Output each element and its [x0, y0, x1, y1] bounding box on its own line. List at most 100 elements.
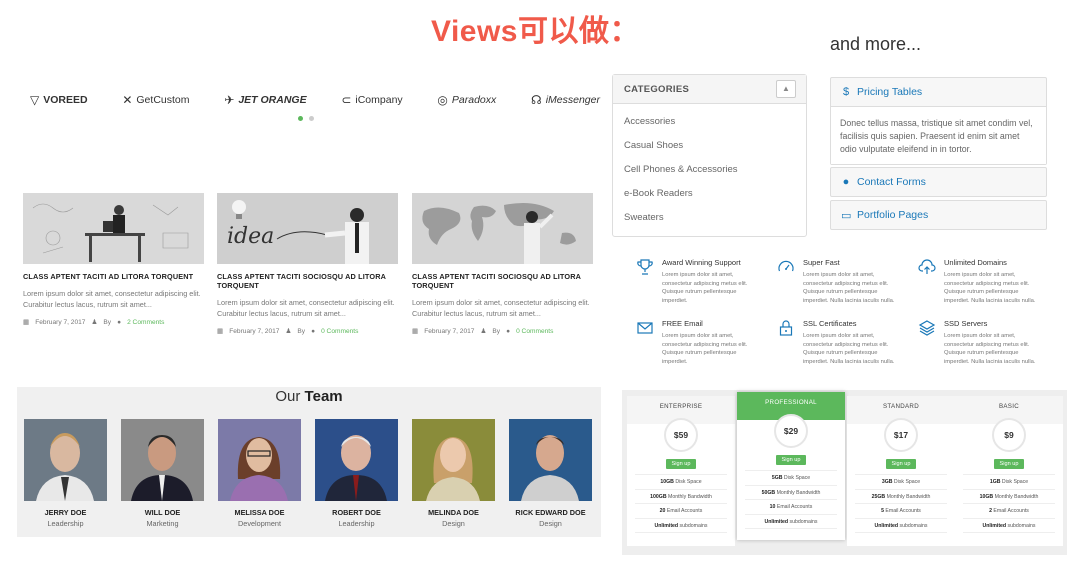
member-role: Development — [238, 519, 281, 528]
chat-logo-icon: ☊ — [531, 93, 542, 107]
dollar-icon: $ — [842, 86, 850, 98]
monitor-icon: ▭ — [841, 209, 852, 222]
feature-desc: Lorem ipsum dolor sit amet, consectetur … — [803, 333, 895, 365]
feature-desc: Lorem ipsum dolor sit amet, consectetur … — [944, 333, 1036, 365]
post-image[interactable]: idea — [217, 193, 398, 264]
accordion-toggle-contact-forms[interactable]: ● Contact Forms — [831, 168, 1046, 196]
plan-feature: 5 Email Accounts — [855, 504, 947, 519]
plan-features: 1GB Disk Space 10GB Monthly Bandwidth 2 … — [963, 474, 1055, 533]
sign-up-button[interactable]: Sign up — [993, 459, 1025, 469]
comment-icon: ● — [311, 327, 316, 335]
plan-features: 10GB Disk Space 100GB Monthly Bandwidth … — [635, 474, 727, 533]
category-item[interactable]: Sweaters — [624, 210, 795, 234]
category-item[interactable]: Cell Phones & Accessories — [624, 162, 795, 186]
team-member[interactable]: ROBERT DOE Leadership — [315, 419, 398, 528]
plan-feature: 100GB Monthly Bandwidth — [635, 490, 727, 504]
feature-item: SSL Certificates Lorem ipsum dolor sit a… — [777, 319, 902, 366]
post-image[interactable] — [23, 193, 204, 264]
brand-logo[interactable]: ✈ JET ORANGE — [224, 93, 306, 107]
and-more-label: and more... — [830, 34, 922, 54]
calendar-icon: ▦ — [23, 319, 30, 326]
carousel-dot[interactable] — [309, 116, 314, 121]
post-comments-link[interactable]: 2 Comments — [127, 319, 164, 326]
comment-icon: ● — [506, 327, 511, 335]
carousel-pagination — [298, 116, 314, 121]
plan-price: $17 — [884, 418, 918, 452]
pricing-plan-basic: BASIC $9 Sign up 1GB Disk Space 10GB Mon… — [955, 396, 1063, 546]
member-name: MELISSA DOE — [234, 508, 285, 517]
brand-logo[interactable]: ⊂ iCompany — [341, 93, 402, 107]
brand-logo[interactable]: ◎ Paradoxx — [437, 93, 496, 107]
layers-icon — [918, 320, 936, 336]
blog-post: CLASS APTENT TACITI SOCIOSQU AD LITORA T… — [412, 193, 593, 335]
jet-logo-icon: ✈ — [224, 93, 235, 107]
post-title[interactable]: CLASS APTENT TACITI AD LITORA TORQUENT — [23, 272, 204, 281]
accordion-toggle-pricing-tables[interactable]: $ Pricing Tables — [831, 78, 1046, 106]
post-date: February 7, 2017 — [35, 318, 86, 326]
accordion-toggle-portfolio-pages[interactable]: ▭ Portfolio Pages — [831, 201, 1046, 229]
brand-logo[interactable]: ▽ VOREED — [30, 93, 88, 107]
post-image-art: idea — [217, 193, 398, 264]
accordion-body: Donec tellus massa, tristique sit amet c… — [831, 106, 1046, 164]
circle-logo-icon: ◎ — [437, 93, 448, 107]
member-role: Leadership — [338, 519, 375, 528]
team-member[interactable]: WILL DOE Marketing — [121, 419, 204, 528]
post-author: By — [297, 327, 306, 335]
team-member[interactable]: JERRY DOE Leadership — [24, 419, 107, 528]
category-item[interactable]: Casual Shoes — [624, 138, 795, 162]
member-role: Design — [442, 519, 465, 528]
plan-price: $59 — [664, 418, 698, 452]
blog-post: CLASS APTENT TACITI AD LITORA TORQUENT L… — [23, 193, 204, 326]
plan-feature: Unlimited subdomains — [855, 519, 947, 533]
plan-feature: 25GB Monthly Bandwidth — [855, 490, 947, 504]
calendar-icon: ▦ — [412, 328, 419, 335]
team-member[interactable]: MELINDA DOE Design — [412, 419, 495, 528]
feature-title: Award Winning Support — [662, 258, 741, 267]
post-excerpt: Lorem ipsum dolor sit amet, consectetur … — [23, 289, 201, 309]
post-excerpt: Lorem ipsum dolor sit amet, consectetur … — [217, 298, 395, 318]
brand-logo[interactable]: ✕ GetCustom — [122, 93, 189, 107]
comment-icon: ● — [117, 318, 122, 326]
feature-title: FREE Email — [662, 319, 703, 328]
envelope-icon — [637, 322, 653, 334]
sign-up-button[interactable]: Sign up — [775, 455, 807, 465]
accordion-panel-portfolio: ▭ Portfolio Pages — [830, 200, 1047, 230]
post-image[interactable] — [412, 193, 593, 264]
c-logo-icon: ⊂ — [341, 93, 352, 107]
post-comments-link[interactable]: 0 Comments — [516, 328, 553, 335]
feature-desc: Lorem ipsum dolor sit amet, consectetur … — [944, 272, 1036, 304]
plan-price: $9 — [992, 418, 1026, 452]
team-member[interactable]: RICK EDWARD DOE Design — [509, 419, 592, 528]
pricing-plan-enterprise: ENTERPRISE $59 Sign up 10GB Disk Space 1… — [627, 396, 735, 546]
post-image-art — [23, 193, 204, 264]
post-date: February 7, 2017 — [229, 327, 280, 335]
categories-title: CATEGORIES — [624, 83, 690, 95]
member-name: JERRY DOE — [44, 508, 87, 517]
member-photo — [412, 419, 495, 501]
x-logo-icon: ✕ — [122, 93, 133, 107]
pricing-plan-standard: STANDARD $17 Sign up 3GB Disk Space 25GB… — [847, 396, 955, 546]
feature-item: FREE Email Lorem ipsum dolor sit amet, c… — [636, 319, 761, 366]
team-member[interactable]: MELISSA DOE Development — [218, 419, 301, 528]
post-author: By — [492, 327, 501, 335]
post-title[interactable]: CLASS APTENT TACITI SOCIOSQU AD LITORA T… — [217, 272, 398, 290]
post-title[interactable]: CLASS APTENT TACITI SOCIOSQU AD LITORA T… — [412, 272, 593, 290]
post-author: By — [103, 318, 112, 326]
chevron-up-icon[interactable]: ▲ — [776, 80, 796, 98]
category-item[interactable]: Accessories — [624, 114, 795, 138]
sign-up-button[interactable]: Sign up — [665, 459, 697, 469]
plan-features: 3GB Disk Space 25GB Monthly Bandwidth 5 … — [855, 474, 947, 533]
brand-logo[interactable]: ☊ iMessenger — [531, 93, 600, 107]
plan-feature: 20 Email Accounts — [635, 504, 727, 519]
post-date: February 7, 2017 — [424, 327, 475, 335]
post-comments-link[interactable]: 0 Comments — [321, 328, 358, 335]
member-photo — [121, 419, 204, 501]
feature-desc: Lorem ipsum dolor sit amet, consectetur … — [803, 272, 895, 304]
plan-feature: Unlimited subdomains — [745, 515, 837, 529]
plan-feature: 1GB Disk Space — [963, 475, 1055, 490]
brand-logo-carousel: ▽ VOREED ✕ GetCustom ✈ JET ORANGE ⊂ iCompany… — [30, 88, 600, 112]
plan-price: $29 — [774, 414, 808, 448]
category-item[interactable]: e-Book Readers — [624, 186, 795, 210]
carousel-dot-active[interactable] — [298, 116, 303, 121]
sign-up-button[interactable]: Sign up — [885, 459, 917, 469]
